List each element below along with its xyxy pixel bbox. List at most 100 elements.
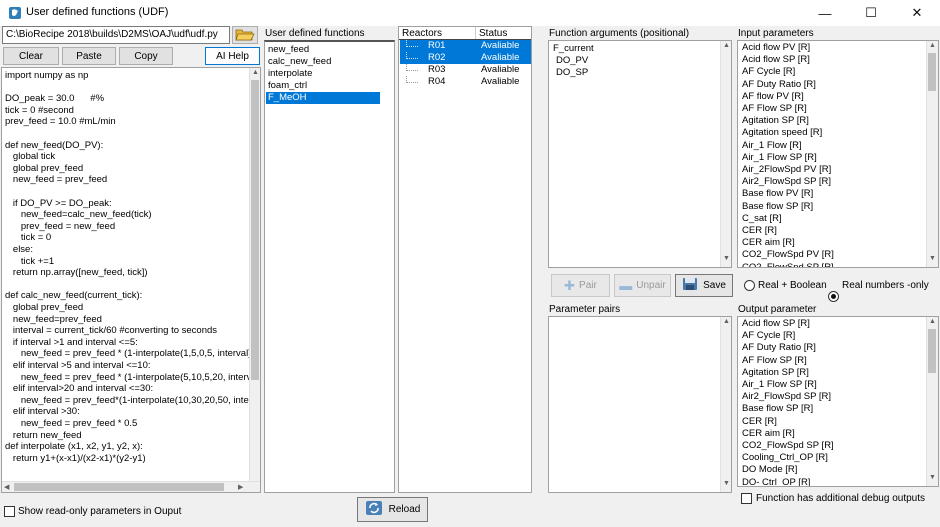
args-vertical-scrollbar[interactable]: ▲ ▼ [720,41,731,267]
code-horizontal-scrollbar[interactable]: ◀ ▶ [2,481,260,492]
output-param-item[interactable]: DO Mode [R] [742,464,797,476]
function-arg-item[interactable]: DO_SP [556,67,588,79]
input-params-list[interactable]: Acid flow PV [R] Acid flow SP [R] AF Cycle… [737,40,939,268]
input-param-item[interactable]: Acid flow SP [R] [742,54,810,66]
output-param-item[interactable]: AF Cycle [R] [742,330,795,342]
tree-connector [406,76,418,83]
open-folder-button[interactable] [232,26,258,44]
input-vscroll-thumb[interactable] [928,53,936,91]
scroll-up-arrow-icon[interactable]: ▲ [929,42,936,49]
reactor-row[interactable]: R01 Avaliable [400,40,531,52]
code-line: return np.array([new_feed, tick]) [5,267,148,279]
input-param-item[interactable]: AF Cycle [R] [742,66,795,78]
code-editor[interactable]: import numpy as np DO_peak = 30.0 #% tick … [1,67,261,493]
output-param-item[interactable]: Air_1 Flow SP [R] [742,379,817,391]
output-vscroll-thumb[interactable] [928,329,936,373]
maximize-button[interactable]: ☐ [848,0,894,26]
reactor-row[interactable]: R03 Avaliable [400,64,531,76]
copy-button[interactable]: Copy [119,47,173,65]
show-readonly-checkbox[interactable] [4,506,15,517]
input-param-item[interactable]: CO2_FlowSpd SP [R] [742,262,834,267]
input-param-item[interactable]: Air_1 Flow [R] [742,140,802,152]
code-line: elif interval>20 and interval <=30: [5,383,154,395]
real-boolean-radio[interactable] [744,280,755,291]
output-param-item[interactable]: DO- Ctrl_OP [R] [742,477,810,486]
udf-list-item[interactable]: interpolate [266,68,380,80]
input-param-item[interactable]: Agitation SP [R] [742,115,809,127]
scroll-up-arrow-icon[interactable]: ▲ [929,318,936,325]
reactor-row[interactable]: R04 Avaliable [400,76,531,88]
output-param-item[interactable]: Base flow SP [R] [742,403,813,415]
scroll-down-arrow-icon[interactable]: ▼ [723,255,730,262]
scroll-up-arrow-icon[interactable]: ▲ [252,69,259,76]
input-param-item[interactable]: Air2_FlowSpd SP [R] [742,176,831,188]
parameter-pairs-list[interactable]: ▲ ▼ [548,316,732,493]
input-param-item[interactable]: CO2_FlowSpd PV [R] [742,249,834,261]
close-button[interactable]: ✕ [894,0,940,26]
input-param-item[interactable]: C_sat [R] [742,213,782,225]
code-hscroll-thumb[interactable] [14,483,224,491]
output-params-list[interactable]: Acid flow SP [R] AF Cycle [R] AF Duty Rati… [737,316,939,487]
scroll-down-arrow-icon[interactable]: ▼ [929,474,936,481]
udf-list[interactable]: new_feed calc_new_feed interpolate foam_ctr… [264,40,395,493]
function-args-list[interactable]: F_current DO_PV DO_SP ▲ ▼ [548,40,732,268]
scroll-up-arrow-icon[interactable]: ▲ [723,318,730,325]
input-param-item[interactable]: Acid flow PV [R] [742,42,810,54]
real-only-radio[interactable] [828,291,839,302]
code-vscroll-thumb[interactable] [251,80,259,380]
udf-list-item[interactable]: new_feed [266,44,380,56]
udf-list-item[interactable]: F_MeOH [266,92,380,104]
udf-list-item[interactable]: foam_ctrl [266,80,380,92]
show-readonly-label: Show read-only parameters in Ouput [18,506,182,517]
save-button[interactable]: Save [675,274,733,297]
unpair-button[interactable]: ▬ Unpair [614,274,671,297]
clear-button[interactable]: Clear [3,47,59,65]
input-param-item[interactable]: Base flow SP [R] [742,201,813,213]
ai-help-button[interactable]: AI Help [205,47,260,65]
reactors-table[interactable]: Reactors Status R01 Avaliable R02 Avaliable… [398,26,532,493]
output-param-item[interactable]: Acid flow SP [R] [742,318,810,330]
reactor-name: R01 [428,40,446,51]
reactor-row[interactable]: R02 Avaliable [400,52,531,64]
scroll-down-arrow-icon[interactable]: ▼ [929,255,936,262]
function-arg-item[interactable]: F_current [553,43,594,55]
input-param-item[interactable]: Agitation speed [R] [742,127,822,139]
reactor-status: Avaliable [481,52,520,63]
input-param-item[interactable]: Air_1 Flow SP [R] [742,152,817,164]
code-vertical-scrollbar[interactable]: ▲ [249,68,260,482]
input-param-item[interactable]: CER [R] [742,225,777,237]
scroll-down-arrow-icon[interactable]: ▼ [723,480,730,487]
output-vertical-scrollbar[interactable]: ▲ ▼ [926,317,938,486]
output-param-item[interactable]: CER aim [R] [742,428,795,440]
output-param-item[interactable]: AF Duty Ratio [R] [742,342,816,354]
scroll-right-arrow-icon[interactable]: ▶ [238,483,243,491]
output-param-item[interactable]: Air2_FlowSpd SP [R] [742,391,831,403]
open-folder-icon [235,27,255,44]
output-param-item[interactable]: CER [R] [742,416,777,428]
scroll-left-arrow-icon[interactable]: ◀ [4,483,9,491]
input-param-item[interactable]: CER aim [R] [742,237,795,249]
save-disk-icon [682,277,698,294]
output-param-item[interactable]: Agitation SP [R] [742,367,809,379]
input-param-item[interactable]: Base flow PV [R] [742,188,813,200]
debug-outputs-checkbox[interactable] [741,493,752,504]
input-vertical-scrollbar[interactable]: ▲ ▼ [926,41,938,267]
pair-button[interactable]: ✚ Pair [551,274,610,297]
file-path-field[interactable]: C:\BioRecipe 2018\builds\D2MS\OAJ\udf\ud… [2,26,230,44]
output-param-item[interactable]: CO2_FlowSpd SP [R] [742,440,834,452]
output-param-item[interactable]: AF Flow SP [R] [742,355,807,367]
minimize-button[interactable]: — [802,0,848,26]
pairs-vertical-scrollbar[interactable]: ▲ ▼ [720,317,731,492]
input-param-item[interactable]: AF flow PV [R] [742,91,804,103]
input-param-item[interactable]: AF Flow SP [R] [742,103,807,115]
input-param-item[interactable]: AF Duty Ratio [R] [742,79,816,91]
reload-button[interactable]: Reload [357,497,428,522]
scroll-up-arrow-icon[interactable]: ▲ [723,42,730,49]
output-param-item[interactable]: Cooling_Ctrl_OP [R] [742,452,828,464]
paste-button[interactable]: Paste [62,47,116,65]
code-line: global tick [5,151,56,163]
function-arg-item[interactable]: DO_PV [556,55,588,67]
input-param-item[interactable]: Air_2FlowSpd PV [R] [742,164,831,176]
code-line: global prev_feed [5,302,84,313]
udf-list-item[interactable]: calc_new_feed [266,56,380,68]
